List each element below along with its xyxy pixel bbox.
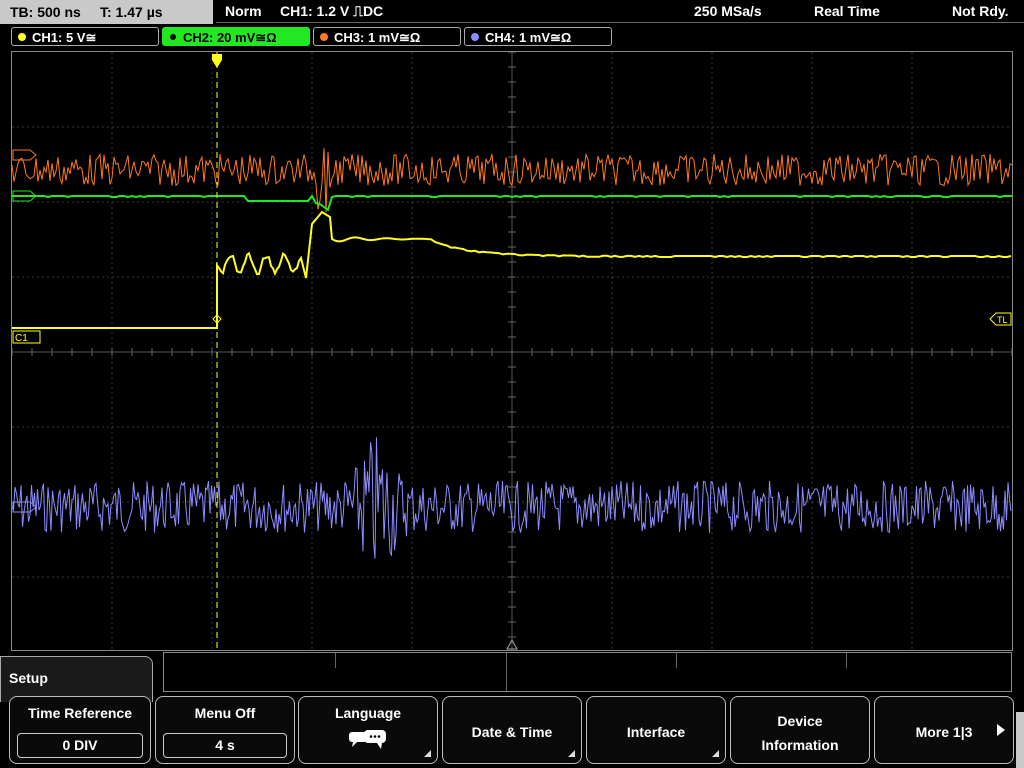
strip-divider	[846, 653, 847, 668]
ch3-offset-marker	[12, 149, 37, 161]
submenu-corner-icon	[712, 750, 719, 757]
date-time-softkey[interactable]: Date & Time	[442, 696, 582, 764]
submenu-corner-icon	[424, 750, 431, 757]
menu-off-label: Menu Off	[194, 705, 256, 721]
ch1-color-dot	[18, 33, 26, 41]
waveform-display[interactable]: C1 TL	[11, 51, 1013, 651]
submenu-corner-icon	[568, 750, 575, 757]
language-softkey[interactable]: Language	[298, 696, 438, 764]
scrollbar[interactable]	[1016, 712, 1024, 768]
sample-rate: 250 MSa/s	[694, 3, 762, 19]
tab-ch2[interactable]: CH2: 20 mV≅Ω	[162, 27, 310, 46]
timebase-box[interactable]: TB: 500 ns T: 1.47 µs	[0, 0, 213, 24]
ch2-color-dot	[169, 33, 177, 41]
trigger-time-value: T: 1.47 µs	[100, 4, 163, 20]
trigger-mode[interactable]: Norm	[225, 0, 262, 22]
ch3-color-dot	[320, 33, 328, 41]
status-bar: Norm CH1: 1.2 V ⎍DC 250 MSa/s Real Time …	[216, 0, 1024, 23]
trigger-source[interactable]: CH1: 1.2 V ⎍DC	[280, 0, 383, 22]
tab-ch3[interactable]: CH3: 1 mV≅Ω	[313, 27, 461, 46]
acquisition-mode: Real Time	[814, 3, 880, 19]
time-reference-value: 0 DIV	[17, 733, 143, 758]
ch4-label: CH4: 1 mV≅Ω	[485, 30, 572, 45]
more-softkey[interactable]: More 1|3	[874, 696, 1014, 764]
time-reference-softkey[interactable]: Time Reference 0 DIV	[9, 696, 151, 764]
tab-ch4[interactable]: CH4: 1 mV≅Ω	[464, 27, 612, 46]
device-information-label: Device	[777, 713, 823, 729]
right-arrow-icon	[997, 724, 1005, 736]
interface-label: Interface	[626, 724, 686, 740]
device-information-softkey[interactable]: Device Information	[730, 696, 870, 764]
ch2-label: CH2: 20 mV≅Ω	[183, 30, 277, 45]
ch1-label: CH1: 5 V≅	[32, 30, 97, 45]
language-label: Language	[334, 705, 402, 721]
date-time-label: Date & Time	[471, 724, 553, 740]
menu-strip	[163, 652, 1012, 692]
device-information-label-2: Information	[761, 737, 839, 753]
time-reference-label: Time Reference	[27, 705, 132, 721]
trigger-state: Not Rdy.	[952, 3, 1009, 19]
speech-bubbles-icon	[349, 730, 386, 749]
strip-divider	[335, 653, 336, 668]
strip-center-line	[506, 653, 507, 691]
timebase-value: TB: 500 ns	[10, 4, 81, 20]
trigger-level-label: TL	[997, 315, 1008, 325]
menu-title: Setup	[9, 670, 48, 686]
strip-divider	[676, 653, 677, 668]
interface-softkey[interactable]: Interface	[586, 696, 726, 764]
tab-ch1[interactable]: CH1: 5 V≅	[11, 27, 159, 46]
menu-off-value: 4 s	[163, 733, 287, 758]
ch1-marker-label: C1	[15, 333, 28, 344]
ch3-label: CH3: 1 mV≅Ω	[334, 30, 421, 45]
menu-off-softkey[interactable]: Menu Off 4 s	[155, 696, 295, 764]
waveform-canvas: C1 TL	[12, 52, 1012, 650]
trigger-arrow-icon	[212, 54, 222, 68]
more-label: More 1|3	[915, 724, 973, 740]
ch4-color-dot	[471, 33, 479, 41]
